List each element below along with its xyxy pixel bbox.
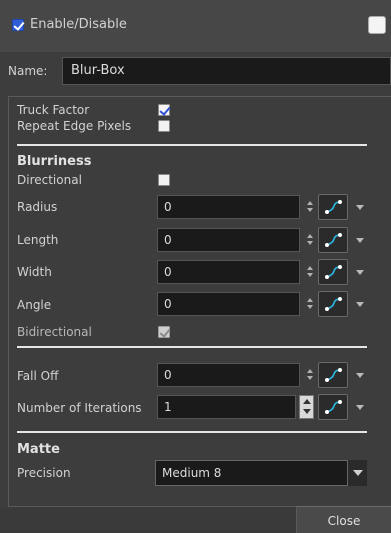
angle-field[interactable]: 0: [157, 292, 300, 316]
width-field[interactable]: 0: [157, 260, 300, 284]
name-field[interactable]: Blur-Box: [62, 57, 391, 85]
bidirectional-checkbox[interactable]: [158, 326, 170, 338]
radius-spin-icon[interactable]: [304, 196, 316, 218]
fall-off-chevron-down-icon[interactable]: [356, 373, 364, 378]
radius-label: Radius: [17, 200, 58, 214]
function-curve-icon: [325, 297, 342, 311]
length-chevron-down-icon[interactable]: [356, 238, 364, 243]
precision-dropdown[interactable]: Medium 8: [155, 460, 367, 486]
length-field[interactable]: 0: [157, 228, 300, 252]
function-curve-icon: [325, 368, 342, 382]
directional-label: Directional: [17, 173, 82, 187]
iterations-chevron-down-icon[interactable]: [356, 405, 364, 410]
length-spin-icon[interactable]: [304, 229, 316, 251]
enable-disable-checkbox[interactable]: [12, 19, 24, 31]
divider-1: [17, 144, 367, 146]
repeat-edge-pixels-label: Repeat Edge Pixels: [17, 119, 132, 133]
name-label: Name:: [8, 64, 48, 78]
close-button[interactable]: Close: [296, 506, 391, 533]
width-chevron-down-icon[interactable]: [356, 270, 364, 275]
divider-3: [17, 431, 367, 433]
fall-off-field[interactable]: 0: [157, 363, 300, 387]
function-curve-icon: [325, 233, 342, 247]
width-spin-icon[interactable]: [304, 261, 316, 283]
angle-spin-icon[interactable]: [304, 293, 316, 315]
bidirectional-label: Bidirectional: [17, 325, 92, 339]
fall-off-spin-icon[interactable]: [304, 364, 316, 386]
matte-section-title: Matte: [17, 442, 60, 457]
iterations-label: Number of Iterations: [17, 401, 142, 415]
length-function-curve-button[interactable]: [318, 227, 348, 253]
fall-off-function-curve-button[interactable]: [318, 362, 348, 388]
precision-value: Medium 8: [162, 466, 222, 480]
angle-label: Angle: [17, 298, 52, 312]
width-function-curve-button[interactable]: [318, 259, 348, 285]
function-curve-icon: [325, 200, 342, 214]
options-checkbox[interactable]: [368, 16, 386, 34]
radius-function-curve-button[interactable]: [318, 194, 348, 220]
radius-field[interactable]: 0: [157, 195, 300, 219]
fall-off-label: Fall Off: [17, 369, 59, 383]
truck-factor-checkbox[interactable]: [158, 104, 170, 116]
function-curve-icon: [325, 400, 342, 414]
angle-chevron-down-icon[interactable]: [356, 302, 364, 307]
iterations-function-curve-button[interactable]: [318, 394, 348, 420]
function-curve-icon: [325, 265, 342, 279]
radius-chevron-down-icon[interactable]: [356, 205, 364, 210]
width-label: Width: [17, 265, 52, 279]
length-label: Length: [17, 233, 59, 247]
divider-2: [17, 346, 367, 348]
truck-factor-label: Truck Factor: [17, 103, 90, 117]
precision-label: Precision: [17, 466, 71, 480]
angle-function-curve-button[interactable]: [318, 291, 348, 317]
precision-chevron-down-icon[interactable]: [347, 460, 367, 486]
blurriness-section-title: Blurriness: [17, 154, 92, 169]
iterations-field[interactable]: 1: [157, 395, 296, 419]
repeat-edge-pixels-checkbox[interactable]: [158, 120, 170, 132]
directional-checkbox[interactable]: [158, 174, 170, 186]
iterations-spin-arrows-icon[interactable]: [299, 395, 314, 419]
enable-disable-label: Enable/Disable: [30, 17, 127, 32]
